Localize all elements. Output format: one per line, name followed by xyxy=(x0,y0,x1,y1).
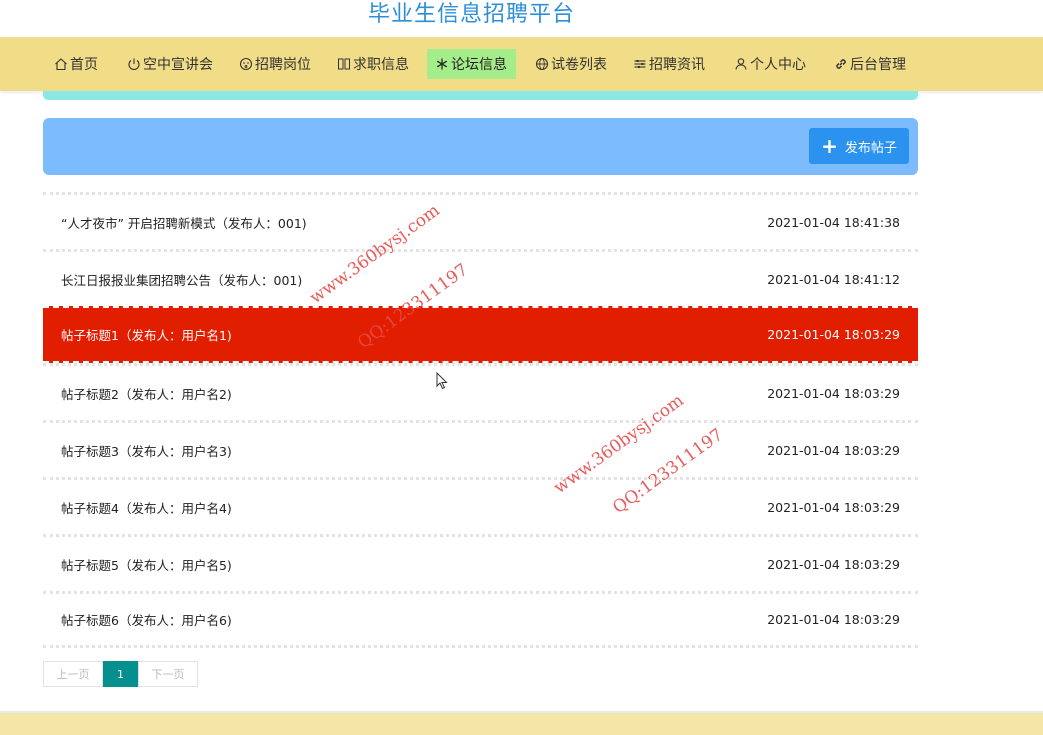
post-title: 帖子标题4（发布人：用户名4) xyxy=(61,500,232,516)
nav-item-personal-center[interactable]: 个人中心 xyxy=(726,49,814,79)
columns-icon xyxy=(337,57,351,71)
publish-post-button[interactable]: + 发布帖子 xyxy=(809,128,909,164)
footer xyxy=(0,711,1043,735)
nav-item-label: 空中宣讲会 xyxy=(143,57,213,73)
link-icon xyxy=(834,57,848,71)
plus-icon: + xyxy=(821,134,838,158)
post-time: 2021-01-04 18:41:38 xyxy=(767,214,900,230)
prev-page-button[interactable]: 上一页 xyxy=(43,661,103,687)
post-row[interactable]: 长江日报报业集团招聘公告（发布人：001) 2021-01-04 18:41:1… xyxy=(43,249,918,306)
post-row[interactable]: 帖子标题3（发布人：用户名3) 2021-01-04 18:03:29 xyxy=(43,420,918,477)
nav-item-forum[interactable]: 论坛信息 xyxy=(427,49,516,79)
nav-item-home[interactable]: 首页 xyxy=(46,49,106,79)
post-row[interactable]: 帖子标题4（发布人：用户名4) 2021-01-04 18:03:29 xyxy=(43,477,918,534)
post-title: 帖子标题1（发布人：用户名1) xyxy=(61,328,232,343)
post-time: 2021-01-04 18:03:29 xyxy=(767,612,900,627)
post-time: 2021-01-04 18:03:29 xyxy=(767,556,900,572)
nav-item-job-positions[interactable]: 招聘岗位 xyxy=(231,49,319,79)
post-row[interactable]: 帖子标题5（发布人：用户名5) 2021-01-04 18:03:29 xyxy=(43,534,918,591)
post-row[interactable]: “人才夜市” 开启招聘新模式（发布人：001) 2021-01-04 18:41… xyxy=(43,192,918,249)
nav-item-label: 试卷列表 xyxy=(551,57,607,73)
post-time: 2021-01-04 18:03:29 xyxy=(767,442,900,458)
page-number-button[interactable]: 1 xyxy=(103,661,138,687)
nav-item-air-presentation[interactable]: 空中宣讲会 xyxy=(119,49,221,79)
nav-item-label: 招聘资讯 xyxy=(649,57,705,73)
sliders-icon xyxy=(633,57,647,71)
post-time: 2021-01-04 18:03:29 xyxy=(767,327,900,342)
post-time: 2021-01-04 18:03:29 xyxy=(767,499,900,515)
nav-item-exam-list[interactable]: 试卷列表 xyxy=(527,49,615,79)
nav-item-admin[interactable]: 后台管理 xyxy=(826,49,914,79)
post-title: 帖子标题2（发布人：用户名2) xyxy=(61,386,232,402)
nav-item-label: 个人中心 xyxy=(750,57,806,73)
post-title: 帖子标题3（发布人：用户名3) xyxy=(61,443,232,459)
post-title: 帖子标题6（发布人：用户名6) xyxy=(61,613,232,628)
nav-item-label: 求职信息 xyxy=(353,57,409,73)
banner-strip xyxy=(43,91,918,100)
home-icon xyxy=(54,57,68,71)
nav-item-recruit-news[interactable]: 招聘资讯 xyxy=(625,49,713,79)
post-time: 2021-01-04 18:41:12 xyxy=(767,271,900,287)
post-row-highlighted[interactable]: 帖子标题1（发布人：用户名1) 2021-01-04 18:03:29 xyxy=(43,306,918,363)
nav-item-label: 后台管理 xyxy=(850,57,906,73)
snowflake-icon xyxy=(435,57,449,71)
nav-item-label: 首页 xyxy=(70,57,98,73)
post-title: 帖子标题5（发布人：用户名5) xyxy=(61,557,232,573)
navbar: 首页 空中宣讲会 招聘岗位 求职信息 论坛信息 试卷列表 招聘资讯 个人中心 后… xyxy=(0,37,1043,91)
publish-post-label: 发布帖子 xyxy=(844,140,897,156)
post-title: “人才夜市” 开启招聘新模式（发布人：001) xyxy=(61,215,307,231)
post-row[interactable]: 帖子标题6（发布人：用户名6) 2021-01-04 18:03:29 xyxy=(43,591,918,648)
forum-toolbar: + 发布帖子 xyxy=(43,118,918,175)
user-icon xyxy=(734,57,748,71)
face-icon xyxy=(239,57,253,71)
globe-icon xyxy=(535,57,549,71)
nav-item-label: 招聘岗位 xyxy=(255,57,311,73)
post-row[interactable]: 帖子标题2（发布人：用户名2) 2021-01-04 18:03:29 xyxy=(43,363,918,420)
post-time: 2021-01-04 18:03:29 xyxy=(767,385,900,401)
post-list: “人才夜市” 开启招聘新模式（发布人：001) 2021-01-04 18:41… xyxy=(43,192,918,648)
nav-item-job-seeking[interactable]: 求职信息 xyxy=(329,49,417,79)
power-icon xyxy=(127,57,141,71)
next-page-button[interactable]: 下一页 xyxy=(138,661,198,687)
pagination: 上一页 1 下一页 xyxy=(43,661,198,687)
nav-item-label: 论坛信息 xyxy=(451,57,507,73)
site-title: 毕业生信息招聘平台 xyxy=(367,2,575,27)
post-title: 长江日报报业集团招聘公告（发布人：001) xyxy=(61,272,303,288)
